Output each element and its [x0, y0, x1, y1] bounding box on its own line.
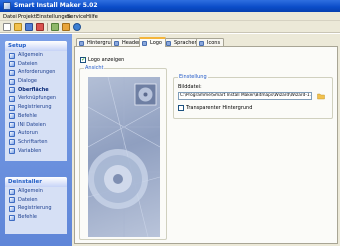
background-icon	[79, 40, 84, 46]
main-area: Hintergrund Header Logo Sprachen Icons L…	[72, 34, 340, 246]
menu-hilfe[interactable]: Hilfe	[86, 14, 98, 20]
preview-group-title: Ansicht	[84, 65, 105, 71]
logo-tab-panel: Logo anzeigen Ansicht Einstell	[74, 46, 338, 244]
show-logo-checkbox[interactable]	[80, 56, 86, 63]
uninstaller-item-dateien[interactable]: Dateien	[5, 196, 67, 205]
save-icon[interactable]	[25, 23, 33, 31]
sidebar-item-oberflaeche[interactable]: Oberfläche	[5, 86, 67, 95]
transparent-background-label: Transparenter Hintergrund	[186, 105, 253, 111]
sidebar-item-schriftarten[interactable]: Schriftarten	[5, 138, 67, 147]
variables-icon	[9, 148, 15, 155]
uninstaller-panel: Deinstaller Allgemein Dateien Registrier…	[5, 177, 67, 234]
sidebar-item-dateien[interactable]: Dateien	[5, 60, 67, 69]
new-icon[interactable]	[3, 23, 11, 31]
sidebar: Setup Allgemein Dateien Anforderungen Di…	[0, 34, 72, 246]
logo-icon	[142, 40, 147, 46]
menu-datei[interactable]: Datei	[3, 14, 17, 20]
general-icon	[9, 188, 15, 195]
image-path-input[interactable]: C:\Programme\Smart Install Maker\Bitmaps…	[178, 92, 312, 100]
files-icon	[9, 197, 15, 204]
build-icon[interactable]	[62, 23, 70, 31]
settings-group-title: Einstellung	[178, 74, 208, 80]
interface-icon	[9, 87, 15, 94]
commands-icon	[9, 214, 15, 221]
settings-group: Einstellung Bilddatei: C:\Programme\Smar…	[173, 74, 333, 119]
menu-projekt[interactable]: Projekt	[18, 14, 36, 20]
setup-panel: Setup Allgemein Dateien Anforderungen Di…	[5, 41, 67, 161]
uninstaller-item-befehle[interactable]: Befehle	[5, 213, 67, 222]
ini-files-icon	[9, 122, 15, 128]
commands-icon	[9, 113, 15, 120]
icons-icon	[199, 40, 204, 46]
cd-artwork	[88, 77, 160, 237]
tab-logo[interactable]: Logo	[139, 37, 166, 47]
sidebar-item-allgemein[interactable]: Allgemein	[5, 51, 67, 60]
sidebar-item-befehle[interactable]: Befehle	[5, 112, 67, 121]
window-title: Smart Install Maker 5.02	[14, 2, 98, 9]
menu-bar: Datei Projekt Einstellungen Service Hilf…	[0, 12, 340, 21]
files-icon	[9, 61, 15, 68]
languages-icon	[166, 40, 171, 46]
preview-group: Ansicht	[79, 65, 167, 240]
folder-open-icon[interactable]	[317, 92, 325, 100]
preview-image	[88, 77, 160, 237]
toolbar	[0, 21, 340, 33]
app-icon	[3, 2, 11, 10]
shortcuts-icon	[9, 95, 15, 102]
header-icon	[114, 40, 119, 46]
sidebar-item-verknuepfungen[interactable]: Verknüpfungen	[5, 94, 67, 103]
uninstaller-item-allgemein[interactable]: Allgemein	[5, 187, 67, 196]
uninstaller-item-registrierung[interactable]: Registrierung	[5, 204, 67, 213]
settings-icon[interactable]	[51, 23, 59, 31]
open-icon[interactable]	[14, 23, 22, 31]
sidebar-item-dialoge[interactable]: Dialoge	[5, 77, 67, 86]
uninstaller-panel-header[interactable]: Deinstaller	[5, 177, 67, 187]
sidebar-item-autorun[interactable]: Autorun	[5, 129, 67, 138]
menu-einstellungen[interactable]: Einstellungen	[36, 14, 71, 20]
save-all-icon[interactable]	[36, 23, 44, 31]
requirements-icon	[9, 69, 15, 76]
transparent-background-checkbox[interactable]	[178, 105, 184, 111]
sidebar-item-registrierung[interactable]: Registrierung	[5, 103, 67, 112]
toolbar-separator	[47, 23, 48, 31]
dialogs-icon	[9, 78, 15, 85]
autorun-icon	[9, 130, 15, 137]
title-bar: Smart Install Maker 5.02	[0, 0, 340, 12]
show-logo-label: Logo anzeigen	[88, 57, 125, 63]
help-icon[interactable]	[73, 23, 81, 31]
fonts-icon	[9, 139, 15, 146]
sidebar-item-variablen[interactable]: Variablen	[5, 147, 67, 156]
menu-service[interactable]: Service	[67, 14, 86, 20]
sidebar-item-ini-dateien[interactable]: INI Dateien	[5, 121, 67, 130]
registry-icon	[9, 104, 15, 111]
setup-panel-header[interactable]: Setup	[5, 41, 67, 51]
image-file-label: Bilddatei:	[178, 84, 202, 90]
general-icon	[9, 52, 15, 59]
registry-icon	[9, 205, 15, 212]
sidebar-item-anforderungen[interactable]: Anforderungen	[5, 68, 67, 77]
